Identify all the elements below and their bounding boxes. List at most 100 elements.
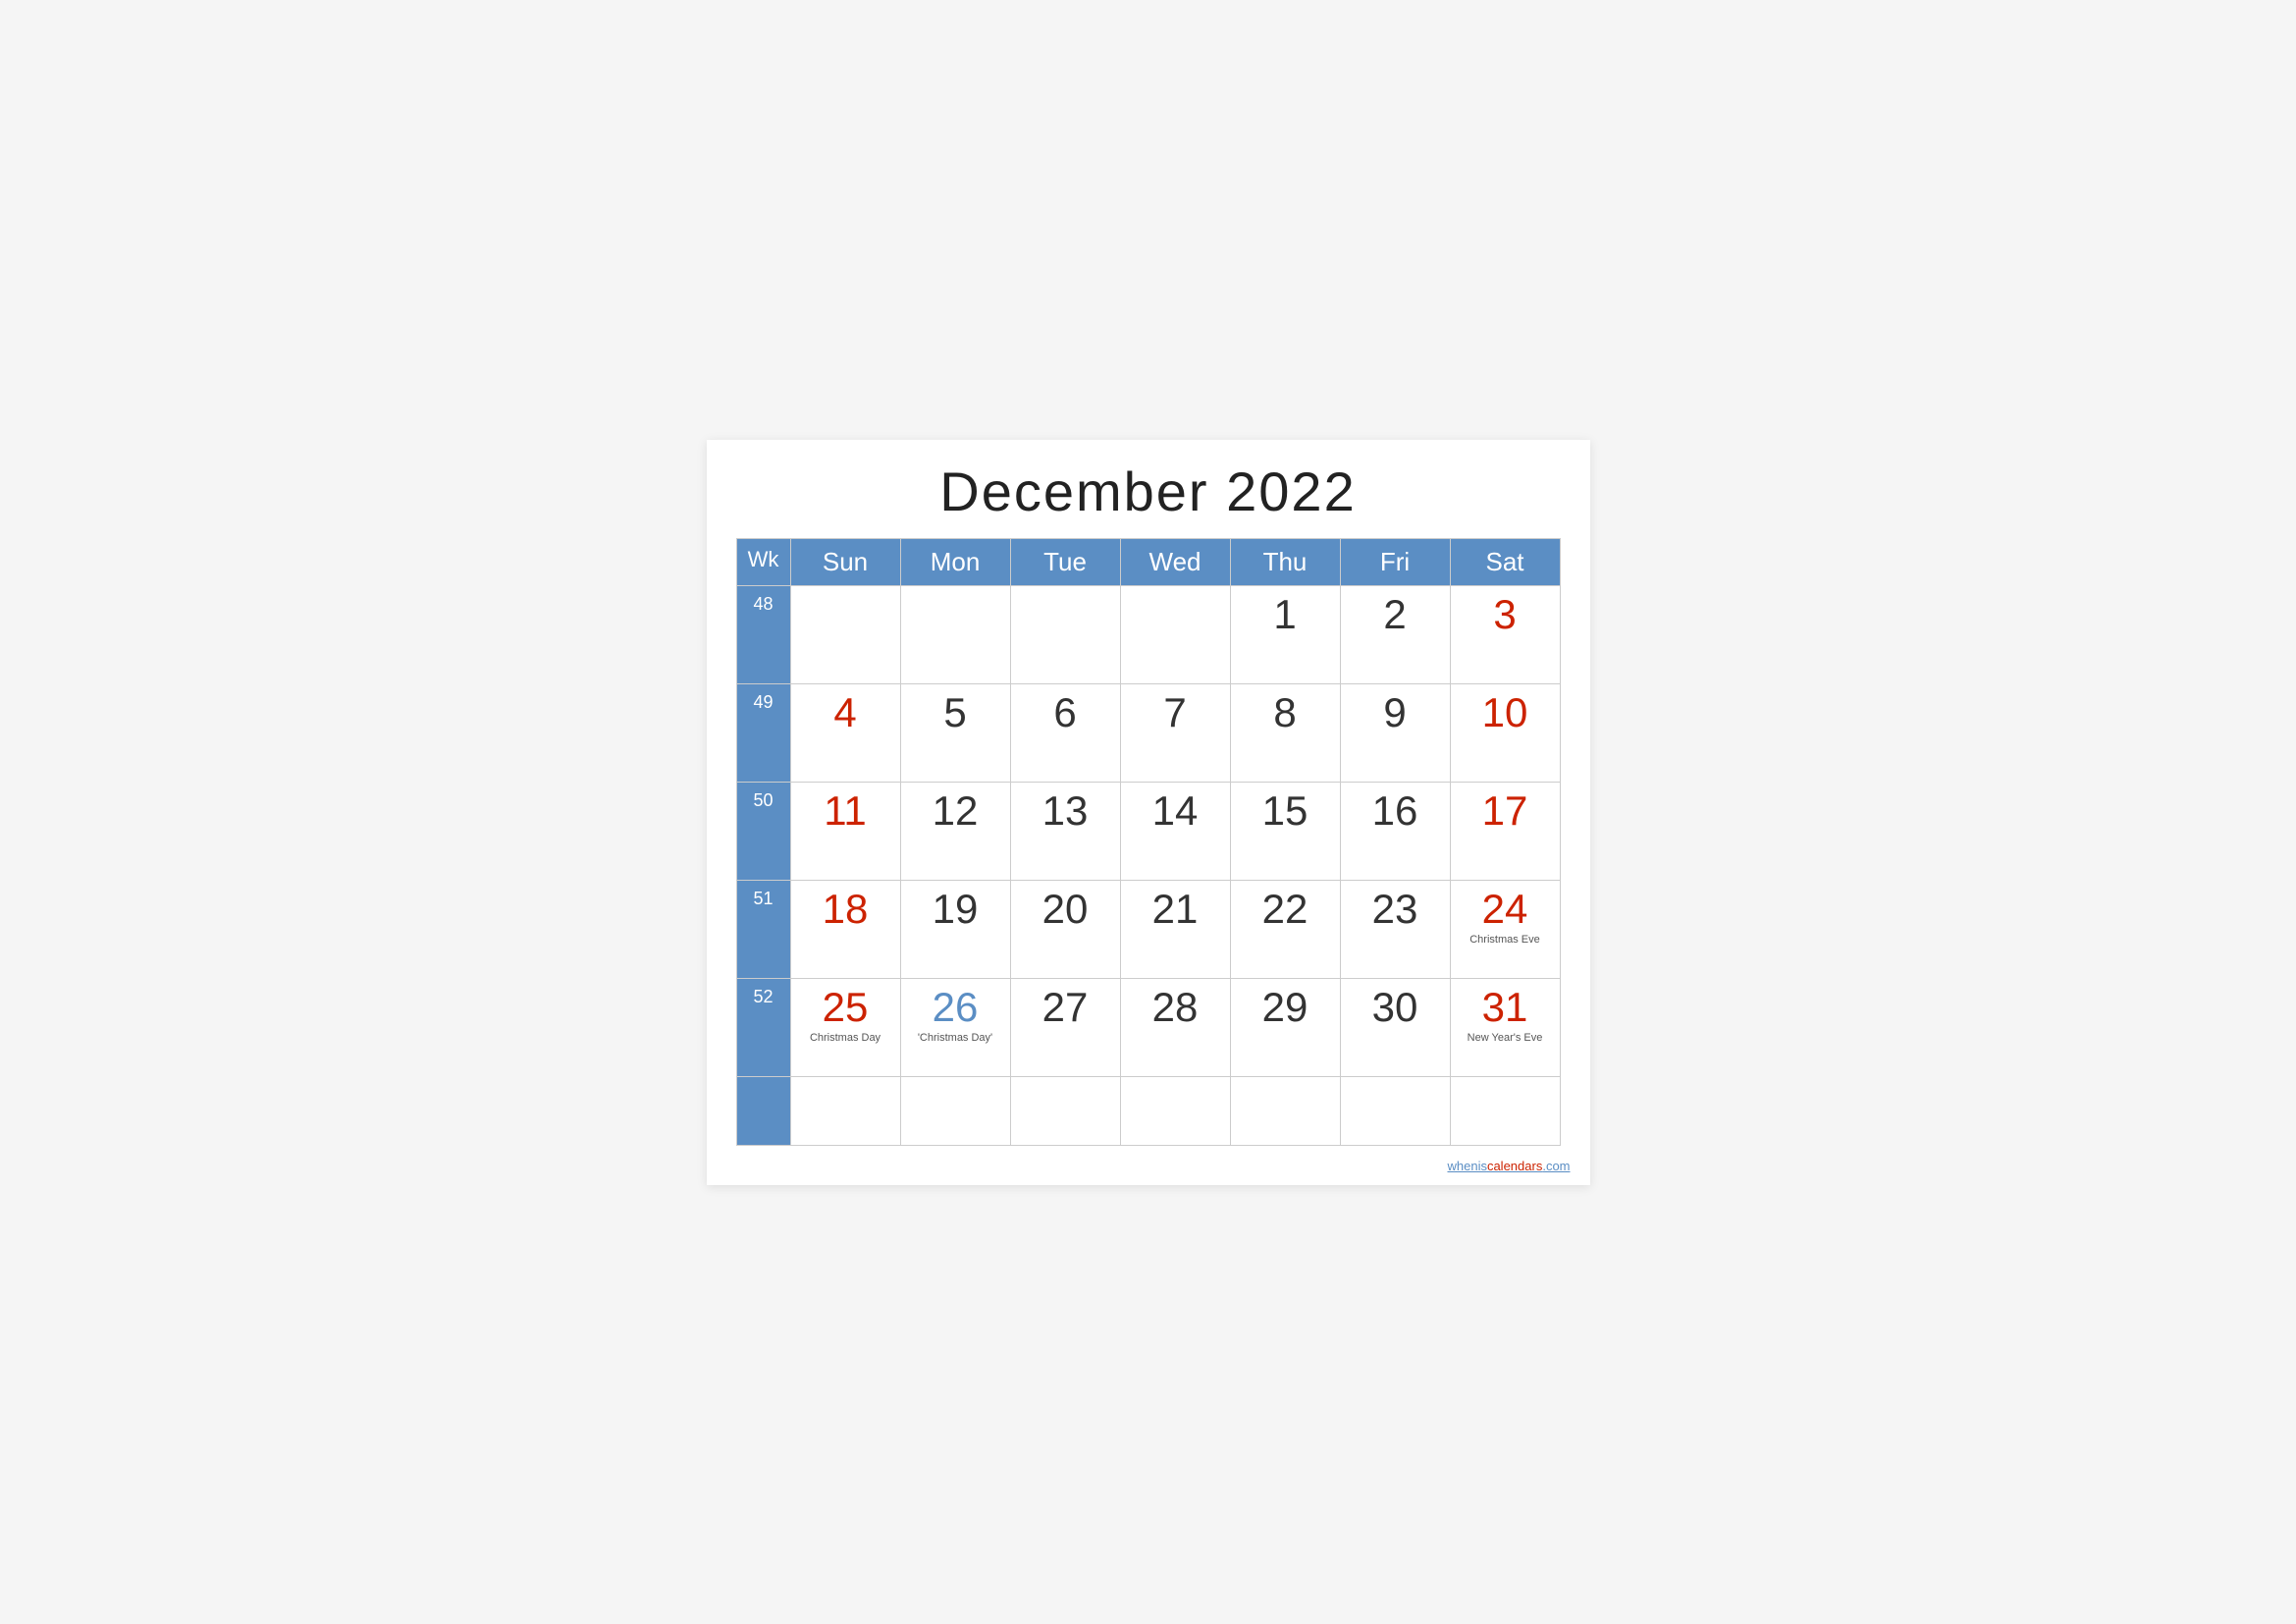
day-number: 21 bbox=[1127, 889, 1224, 930]
day-number: 2 bbox=[1347, 594, 1444, 635]
day-number: 31 bbox=[1457, 987, 1554, 1028]
empty-day-cell bbox=[1450, 1076, 1560, 1145]
day-cell bbox=[1120, 585, 1230, 683]
day-number: 14 bbox=[1127, 790, 1224, 832]
day-cell: 4 bbox=[790, 683, 900, 782]
day-cell: 1 bbox=[1230, 585, 1340, 683]
day-number: 7 bbox=[1127, 692, 1224, 733]
day-number: 13 bbox=[1017, 790, 1114, 832]
day-number: 23 bbox=[1347, 889, 1444, 930]
day-cell: 19 bbox=[900, 880, 1010, 978]
calendar-row: 5011 12 13 14 15 1617 bbox=[736, 782, 1560, 880]
day-cell: 27 bbox=[1010, 978, 1120, 1076]
day-cell bbox=[790, 585, 900, 683]
footer-text-end: .com bbox=[1542, 1159, 1570, 1173]
day-cell: 10 bbox=[1450, 683, 1560, 782]
empty-day-cell bbox=[1340, 1076, 1450, 1145]
wk-cell: 48 bbox=[736, 585, 790, 683]
day-cell bbox=[1010, 585, 1120, 683]
day-number: 20 bbox=[1017, 889, 1114, 930]
day-cell: 3 bbox=[1450, 585, 1560, 683]
day-cell: 7 bbox=[1120, 683, 1230, 782]
wed-header: Wed bbox=[1120, 538, 1230, 585]
day-number: 1 bbox=[1237, 594, 1334, 635]
day-cell: 2 bbox=[1340, 585, 1450, 683]
calendar-row: 49456789 10 bbox=[736, 683, 1560, 782]
day-cell: 30 bbox=[1340, 978, 1450, 1076]
day-cell bbox=[900, 585, 1010, 683]
day-number: 24 bbox=[1457, 889, 1554, 930]
day-number: 19 bbox=[907, 889, 1004, 930]
day-cell: 12 bbox=[900, 782, 1010, 880]
day-cell: 21 bbox=[1120, 880, 1230, 978]
day-number: 9 bbox=[1347, 692, 1444, 733]
calendar-row: 511819 20 21 22 23 24 Christmas Eve bbox=[736, 880, 1560, 978]
day-number: 30 bbox=[1347, 987, 1444, 1028]
fri-header: Fri bbox=[1340, 538, 1450, 585]
wk-cell: 51 bbox=[736, 880, 790, 978]
day-number: 27 bbox=[1017, 987, 1114, 1028]
day-number: 26 bbox=[907, 987, 1004, 1028]
day-number: 11 bbox=[797, 790, 894, 832]
day-cell: 5 bbox=[900, 683, 1010, 782]
day-cell: 15 bbox=[1230, 782, 1340, 880]
day-cell: 8 bbox=[1230, 683, 1340, 782]
sun-header: Sun bbox=[790, 538, 900, 585]
day-number: 10 bbox=[1457, 692, 1554, 733]
calendar-container: December 2022 Wk Sun Mon Tue Wed Thu Fri… bbox=[707, 440, 1590, 1185]
empty-row bbox=[736, 1076, 1560, 1145]
day-cell: 16 bbox=[1340, 782, 1450, 880]
empty-day-cell bbox=[1230, 1076, 1340, 1145]
empty-wk-cell bbox=[736, 1076, 790, 1145]
day-number: 12 bbox=[907, 790, 1004, 832]
holiday-label: Christmas Eve bbox=[1457, 934, 1554, 947]
tue-header: Tue bbox=[1010, 538, 1120, 585]
day-cell: 24 Christmas Eve bbox=[1450, 880, 1560, 978]
day-cell: 17 bbox=[1450, 782, 1560, 880]
empty-day-cell bbox=[1010, 1076, 1120, 1145]
footer-text-black: whenis bbox=[1447, 1159, 1486, 1173]
empty-day-cell bbox=[790, 1076, 900, 1145]
day-cell: 23 bbox=[1340, 880, 1450, 978]
day-cell: 20 bbox=[1010, 880, 1120, 978]
footer-text-red: calendars bbox=[1487, 1159, 1542, 1173]
calendar-row: 48 123 bbox=[736, 585, 1560, 683]
wk-cell: 50 bbox=[736, 782, 790, 880]
day-cell: 18 bbox=[790, 880, 900, 978]
calendar-title: December 2022 bbox=[736, 460, 1561, 523]
day-cell: 14 bbox=[1120, 782, 1230, 880]
day-number: 28 bbox=[1127, 987, 1224, 1028]
wk-header: Wk bbox=[736, 538, 790, 585]
sat-header: Sat bbox=[1450, 538, 1560, 585]
thu-header: Thu bbox=[1230, 538, 1340, 585]
day-number: 22 bbox=[1237, 889, 1334, 930]
day-number: 8 bbox=[1237, 692, 1334, 733]
holiday-label: New Year's Eve bbox=[1457, 1032, 1554, 1045]
day-cell: 26'Christmas Day' bbox=[900, 978, 1010, 1076]
day-cell: 28 bbox=[1120, 978, 1230, 1076]
empty-day-cell bbox=[900, 1076, 1010, 1145]
day-number: 15 bbox=[1237, 790, 1334, 832]
day-number: 25 bbox=[797, 987, 894, 1028]
calendar-row: 5225 Christmas Day 26'Christmas Day'27 28 29… bbox=[736, 978, 1560, 1076]
wk-cell: 49 bbox=[736, 683, 790, 782]
empty-day-cell bbox=[1120, 1076, 1230, 1145]
day-number: 29 bbox=[1237, 987, 1334, 1028]
day-cell: 11 bbox=[790, 782, 900, 880]
day-number: 6 bbox=[1017, 692, 1114, 733]
day-number: 16 bbox=[1347, 790, 1444, 832]
day-cell: 29 bbox=[1230, 978, 1340, 1076]
wk-cell: 52 bbox=[736, 978, 790, 1076]
day-cell: 9 bbox=[1340, 683, 1450, 782]
mon-header: Mon bbox=[900, 538, 1010, 585]
day-cell: 25 Christmas Day bbox=[790, 978, 900, 1076]
holiday-label: Christmas Day bbox=[797, 1032, 894, 1045]
footer-link[interactable]: wheniscalendars.com bbox=[1447, 1159, 1570, 1173]
calendar-table: Wk Sun Mon Tue Wed Thu Fri Sat 481234945… bbox=[736, 538, 1561, 1146]
day-number: 4 bbox=[797, 692, 894, 733]
day-cell: 6 bbox=[1010, 683, 1120, 782]
day-cell: 22 bbox=[1230, 880, 1340, 978]
day-number: 5 bbox=[907, 692, 1004, 733]
day-cell: 31 New Year's Eve bbox=[1450, 978, 1560, 1076]
day-cell: 13 bbox=[1010, 782, 1120, 880]
